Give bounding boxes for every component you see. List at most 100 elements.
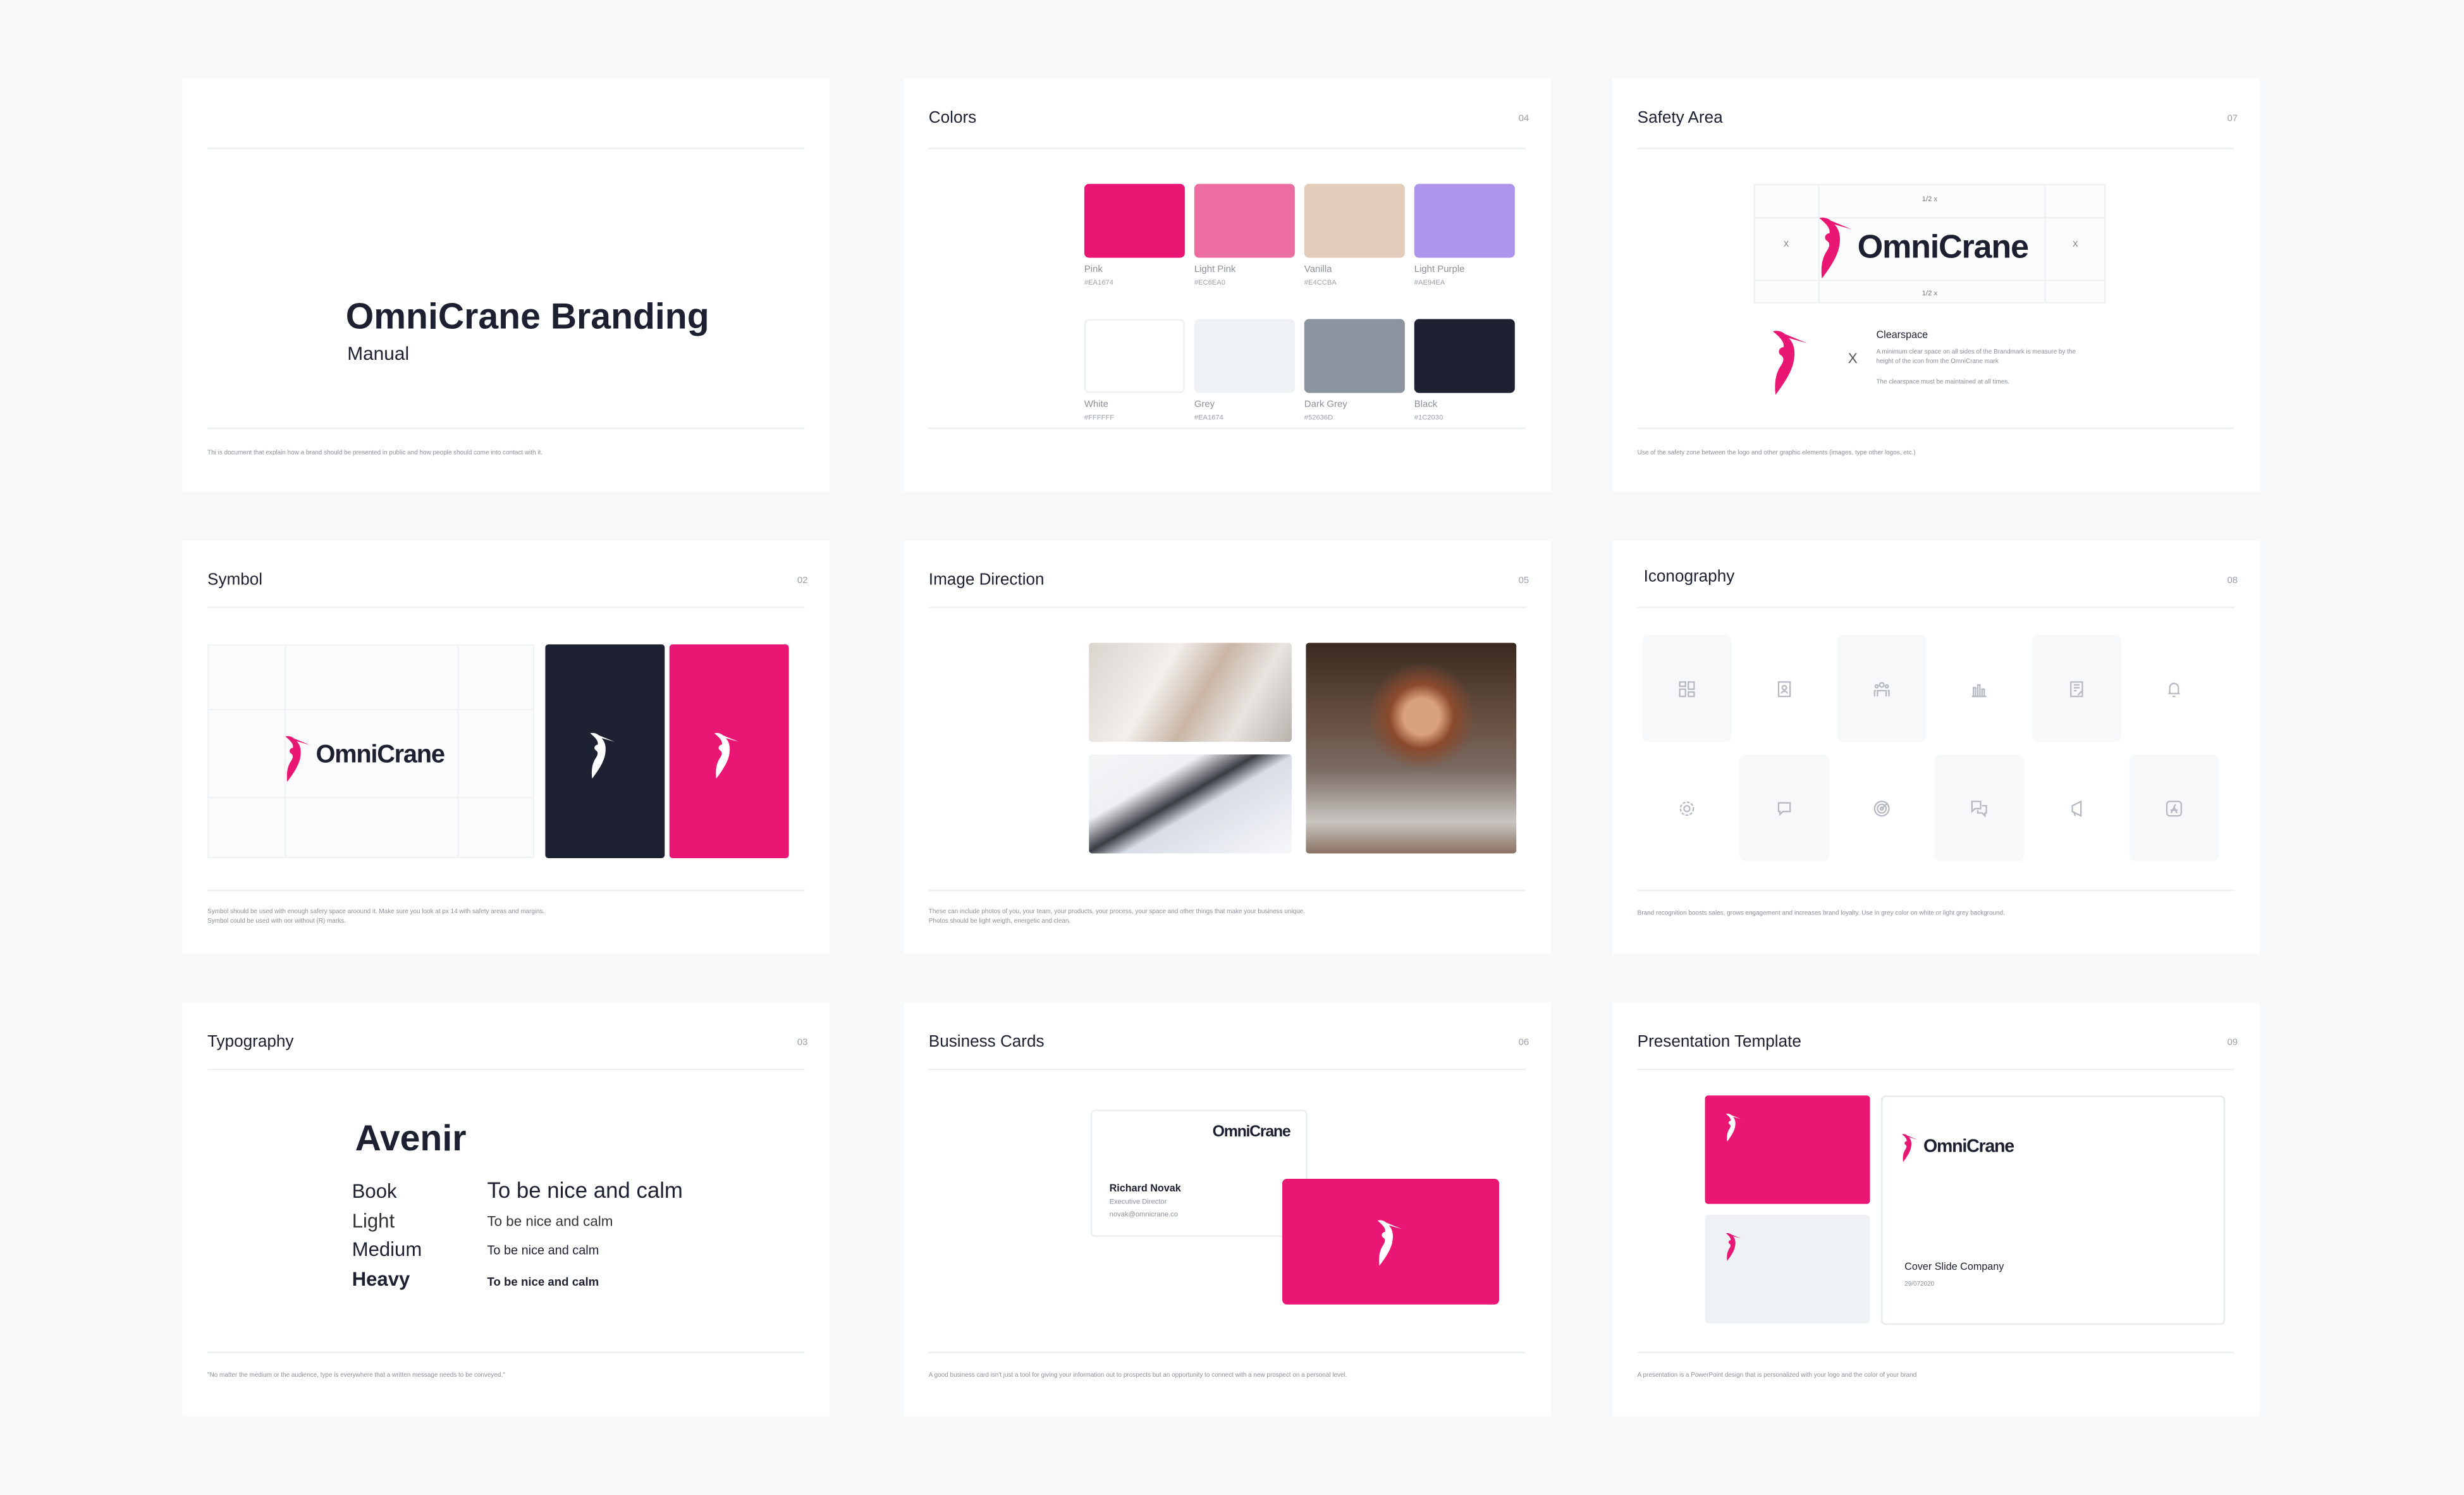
icon-tile [1837,754,1927,861]
chat-bubble-icon [1777,801,1791,816]
page-iconography: Iconography 08 Brand recognition boosts … [1612,540,2260,954]
page-number: 04 [1518,114,1529,125]
weight-sample: To be nice and calm [487,1243,599,1258]
color-name: Black [1414,400,1438,410]
page-cover: OmniCrane Branding Manual Thi is documen… [182,78,830,492]
color-name: Pink [1084,266,1103,275]
page-title: Safety Area [1637,108,1723,128]
crane-symbol-icon [1376,1220,1405,1267]
card-email: novak@omnicrane.co [1109,1210,1178,1219]
page-title: Image Direction [928,570,1045,589]
weight-sample: To be nice and calm [487,1177,683,1203]
cover-title: OmniCrane Branding [345,295,709,336]
color-swatch [1084,183,1185,258]
page-number: 05 [1518,577,1529,587]
color-name: White [1084,400,1108,410]
business-card-back [1282,1178,1499,1305]
icon-tile [1739,754,1829,861]
footer-text: Symbol should be used with enough safery… [207,907,545,915]
page-title: Typography [207,1032,294,1052]
color-hex: #E4CCBA [1304,278,1337,286]
gear-icon [1679,801,1695,815]
page-number: 02 [797,577,808,587]
color-hex: #AE94EA [1414,278,1445,286]
footer-text: These can include photos of you, your te… [928,907,1305,915]
color-hex: #EA1674 [1194,413,1223,422]
photo-phone-screen [1089,754,1292,854]
document-edit-icon [2070,680,2083,697]
app-store-icon [2166,799,2182,816]
slide-thumb-pink[interactable] [1705,1095,1870,1204]
crane-logo-icon [1901,1133,1918,1163]
divider [207,147,805,150]
megaphone-icon [2071,799,2082,816]
color-name: Grey [1194,400,1215,410]
color-name: Light Purple [1414,266,1465,275]
footer-text: "No matter the medium or the audience, t… [207,1370,505,1379]
crane-symbol-icon [589,732,618,780]
page-title: Iconography [1643,567,1735,587]
footer-text: A presentation is a PowerPoint design th… [1637,1370,1917,1379]
page-title: Presentation Template [1637,1032,1801,1052]
color-hex: #52636D [1304,413,1333,422]
color-name: Vanilla [1304,266,1332,275]
team-icon [1873,681,1890,696]
icon-tile [1934,754,2025,861]
icon-tile [1837,635,1927,742]
safety-grid: 1/2 x 1/2 x X X OmniCrane [1753,183,2106,304]
slide-thumb-grey[interactable] [1705,1215,1870,1324]
slide-date: 29/072020 [1904,1279,1935,1288]
crane-symbol-icon [1769,330,1813,396]
crane-symbol-icon [1725,1232,1743,1262]
weight-label: Light [352,1210,395,1233]
color-swatch [1414,319,1515,393]
page-image-direction: Image Direction 05 These can include pho… [904,540,1551,954]
icon-tile [2032,754,2121,861]
target-icon [1873,799,1890,816]
icon-tile [1642,635,1732,742]
color-swatch [1414,183,1515,258]
page-typography: Typography 03 Avenir Book To be nice and… [182,1002,830,1417]
x-label: X [2073,240,2078,250]
footer-text: Thi is document that explain how a brand… [207,448,543,456]
color-swatch [1304,319,1405,393]
page-presentation-template: Presentation Template 09 OmniCrane Cover… [1612,1002,2260,1417]
photo-woman-laptop [1306,643,1517,854]
page-business-cards: Business Cards 06 OmniCrane Richard Nova… [904,1002,1551,1417]
color-swatch [1084,319,1185,393]
symbol-light-area: OmniCrane [207,644,535,858]
weight-sample: To be nice and calm [487,1274,599,1289]
page-number: 07 [2227,114,2238,125]
card-name: Richard Novak [1109,1183,1181,1195]
x-label: X [1783,240,1789,250]
cover-slide: OmniCrane Cover Slide Company 29/072020 [1880,1095,2226,1326]
symbol-pink-variant [669,644,789,858]
slide-title: Cover Slide Company [1904,1262,2004,1274]
color-hex: #EC6EA0 [1194,278,1225,286]
conversation-icon [1971,799,1987,817]
color-name: Dark Grey [1304,400,1347,410]
icon-tile [1642,754,1732,861]
weight-sample: To be nice and calm [487,1213,613,1229]
color-name: Light Pink [1194,266,1236,275]
page-symbol: Symbol 02 OmniCrane Symbol should be use… [182,540,830,954]
business-card-front: OmniCrane Richard Novak Executive Direct… [1090,1109,1308,1237]
crane-logo-icon [1818,217,1856,280]
color-hex: #FFFFFF [1084,413,1115,422]
color-swatch [1194,183,1295,258]
clearspace-title: Clearspace [1876,329,1928,341]
wordmark: OmniCrane [1212,1123,1291,1141]
crane-symbol-icon [713,732,742,780]
photo-hands-phone [1089,643,1292,742]
icon-tile [2032,635,2122,742]
footer-text: Brand recognition boosts sales, grows en… [1637,908,2005,916]
bar-chart-icon [1971,683,1987,697]
page-number: 09 [2227,1038,2238,1049]
clearspace-text: A minimum clear space on all sides of th… [1876,347,2076,364]
card-role: Executive Director [1109,1197,1167,1206]
wordmark: OmniCrane [316,742,445,769]
contacts-icon [1777,680,1791,697]
icon-tile [2129,754,2219,861]
icon-tile [2130,635,2219,742]
wordmark: OmniCrane [1923,1138,2014,1157]
